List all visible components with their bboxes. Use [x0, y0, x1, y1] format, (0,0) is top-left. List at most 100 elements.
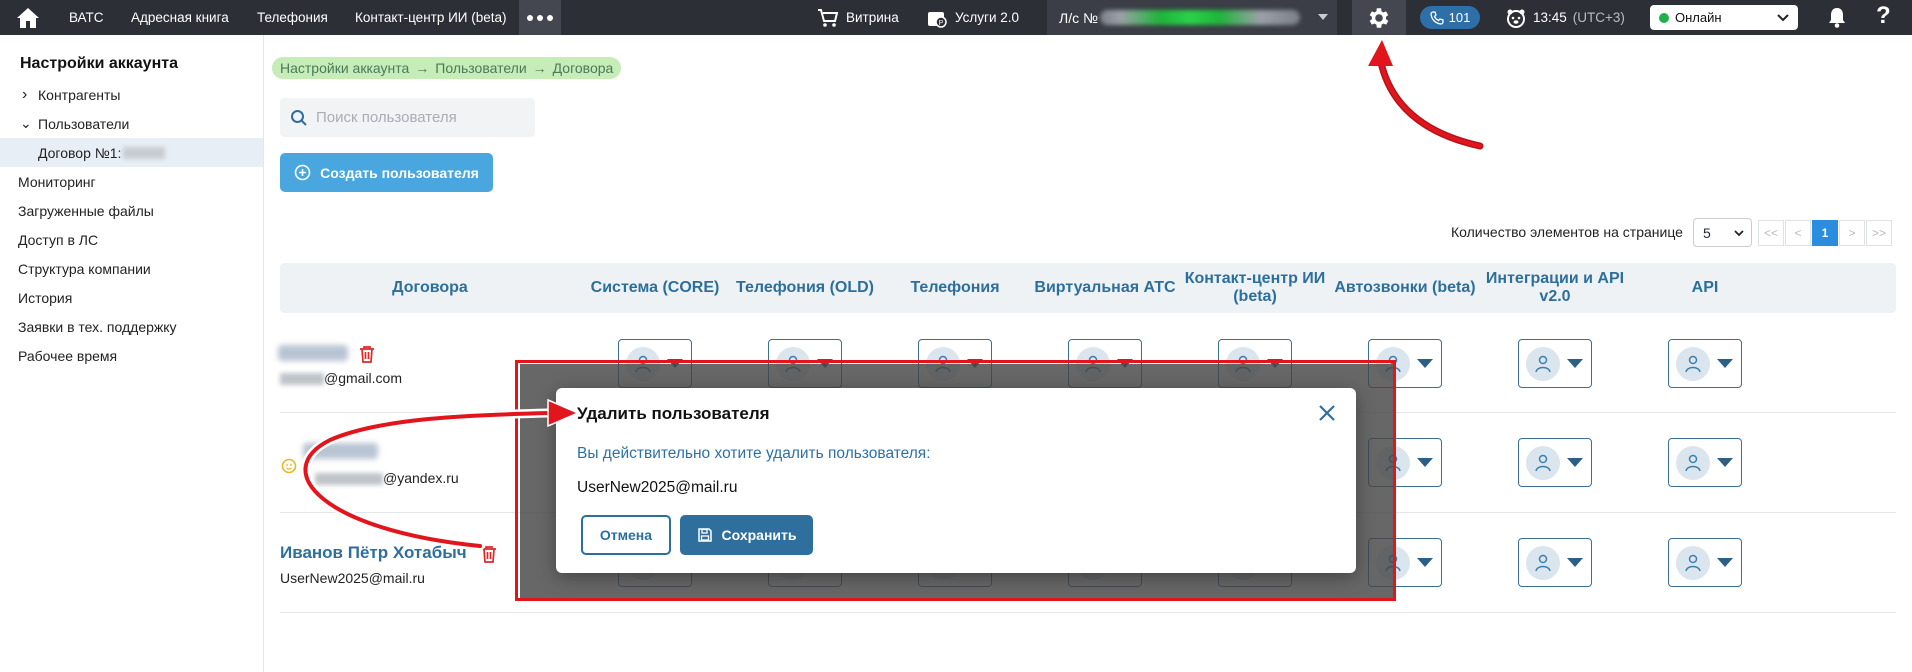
sidebar-item-contract[interactable]: Договор №1:	[0, 138, 263, 167]
services-link[interactable]: P Услуги 2.0	[926, 0, 1019, 35]
page-first-button[interactable]: <<	[1758, 220, 1784, 246]
dropdown-arrow-icon	[1567, 359, 1583, 368]
sidebar-item-company-structure[interactable]: Структура компании	[0, 254, 263, 283]
breadcrumb-separator: →	[415, 60, 430, 76]
dialog-question: Вы действительно хотите удалить пользова…	[577, 445, 931, 462]
user-role-icon	[1526, 346, 1560, 381]
dropdown-arrow-icon	[1567, 558, 1583, 567]
column-header: Виртуальная АТС	[1034, 279, 1176, 296]
user-search[interactable]	[280, 98, 535, 137]
sidebar-item-counterparties[interactable]: › Контрагенты	[0, 80, 263, 109]
user-name-link[interactable]: Иванов Пётр Хотабыч	[280, 543, 467, 563]
settings-button[interactable]	[1352, 0, 1406, 35]
user-name-redacted	[278, 345, 348, 361]
top-navigation-bar: ВАТС Адресная книга Телефония Контакт-це…	[0, 0, 1912, 35]
help-icon[interactable]: ?	[1876, 2, 1891, 30]
trash-icon[interactable]	[358, 344, 376, 364]
account-chevron-icon	[1318, 14, 1328, 20]
role-select-button[interactable]	[1668, 339, 1742, 388]
role-select-button[interactable]	[1668, 438, 1742, 487]
services-label: Услуги 2.0	[955, 10, 1020, 25]
page-next-button[interactable]: >	[1839, 220, 1865, 246]
showcase-label: Витрина	[846, 10, 899, 25]
calls-counter-button[interactable]: 101	[1420, 6, 1480, 29]
column-header: Телефония	[910, 279, 1000, 296]
expand-icon: ›	[22, 85, 28, 103]
sidebar-item-monitoring[interactable]: Мониторинг	[0, 167, 263, 196]
sidebar-item-history[interactable]: История	[0, 283, 263, 312]
bell-icon[interactable]	[1826, 6, 1848, 32]
delete-user-dialog: Удалить пользователя Вы действительно хо…	[556, 388, 1356, 573]
nav-telephony[interactable]: Телефония	[257, 0, 328, 35]
save-button[interactable]: Сохранить	[680, 515, 813, 555]
create-user-button[interactable]: Создать пользователя	[280, 153, 493, 192]
column-header: Контакт-центр ИИ (beta)	[1184, 270, 1326, 305]
sidebar-item-label: История	[18, 289, 73, 306]
page-last-button[interactable]: >>	[1866, 220, 1892, 246]
cancel-button[interactable]: Отмена	[581, 515, 671, 555]
sidebar-item-label: Заявки в тех. поддержку	[18, 318, 177, 335]
column-header: API	[1691, 279, 1719, 296]
column-header: Интеграции и API v2.0	[1485, 270, 1625, 305]
user-email: UserNew2025@mail.ru	[280, 570, 425, 586]
calls-count: 101	[1448, 10, 1471, 25]
search-icon	[291, 109, 307, 126]
user-email: @gmail.com	[280, 370, 402, 386]
email-suffix: @yandex.ru	[383, 470, 459, 486]
save-label: Сохранить	[721, 527, 797, 543]
close-icon[interactable]	[1317, 403, 1337, 423]
sidebar-item-working-hours[interactable]: Рабочее время	[0, 341, 263, 370]
column-header: Телефония (OLD)	[736, 279, 874, 296]
sidebar-item-label: Пользователи	[38, 115, 130, 132]
user-email: @yandex.ru	[315, 470, 459, 486]
arrow-to-settings	[1368, 40, 1484, 150]
page-1-button[interactable]: 1	[1812, 220, 1838, 246]
trash-icon[interactable]	[480, 544, 498, 564]
sidebar-item-users[interactable]: ⌄ Пользователи	[0, 109, 263, 138]
status-label: Онлайн	[1675, 10, 1722, 25]
page-size-select[interactable]: 5	[1693, 218, 1752, 247]
showcase-link[interactable]: Витрина	[817, 0, 899, 35]
sidebar-item-ls-access[interactable]: Доступ в ЛС	[0, 225, 263, 254]
page-size-value: 5	[1703, 224, 1711, 241]
more-menu-button[interactable]	[519, 0, 561, 35]
column-header: Система (CORE)	[590, 279, 720, 296]
cart-icon	[818, 8, 839, 27]
user-role-icon	[1526, 445, 1560, 480]
dropdown-arrow-icon	[1567, 458, 1583, 467]
row-divider	[280, 612, 1896, 613]
dropdown-arrow-icon	[1417, 558, 1433, 567]
account-label: Л/с №	[1059, 9, 1098, 26]
sidebar-item-label: Договор №1:	[38, 144, 122, 161]
sidebar-item-support-tickets[interactable]: Заявки в тех. поддержку	[0, 312, 263, 341]
breadcrumb-item: Договора	[552, 60, 614, 76]
nav-contact-center[interactable]: Контакт-центр ИИ (beta)	[355, 0, 507, 35]
email-redacted	[315, 473, 383, 486]
page-size-label: Количество элементов на странице	[1451, 224, 1683, 240]
breadcrumb-separator: →	[532, 60, 547, 76]
sidebar-item-label: Рабочее время	[18, 347, 118, 364]
sidebar-item-uploaded-files[interactable]: Загруженные файлы	[0, 196, 263, 225]
floppy-disk-icon	[697, 528, 712, 542]
role-select-button[interactable]	[1668, 538, 1742, 587]
contract-number-redacted	[123, 146, 166, 159]
sidebar-title: Настройки аккаунта	[20, 55, 178, 72]
role-select-button[interactable]	[1518, 538, 1592, 587]
page-prev-button[interactable]: <	[1785, 220, 1811, 246]
role-select-button[interactable]	[1518, 438, 1592, 487]
email-redacted	[280, 373, 324, 386]
breadcrumb-item[interactable]: Настройки аккаунта	[280, 60, 409, 76]
role-select-button[interactable]	[1518, 339, 1592, 388]
status-select[interactable]: Онлайн	[1650, 5, 1798, 30]
breadcrumb-item[interactable]: Пользователи	[435, 60, 526, 76]
nav-address-book[interactable]: Адресная книга	[131, 0, 229, 35]
user-role-icon	[1676, 346, 1710, 381]
user-role-icon	[1676, 545, 1710, 580]
dropdown-arrow-icon	[1717, 359, 1733, 368]
search-input[interactable]	[316, 109, 516, 126]
settings-sidebar: Настройки аккаунта › Контрагенты ⌄ Польз…	[0, 35, 264, 672]
svg-text:P: P	[939, 20, 944, 27]
nav-vats[interactable]: ВАТС	[69, 0, 104, 35]
timezone: (UTC+3)	[1572, 10, 1625, 25]
home-icon[interactable]	[8, 3, 48, 33]
